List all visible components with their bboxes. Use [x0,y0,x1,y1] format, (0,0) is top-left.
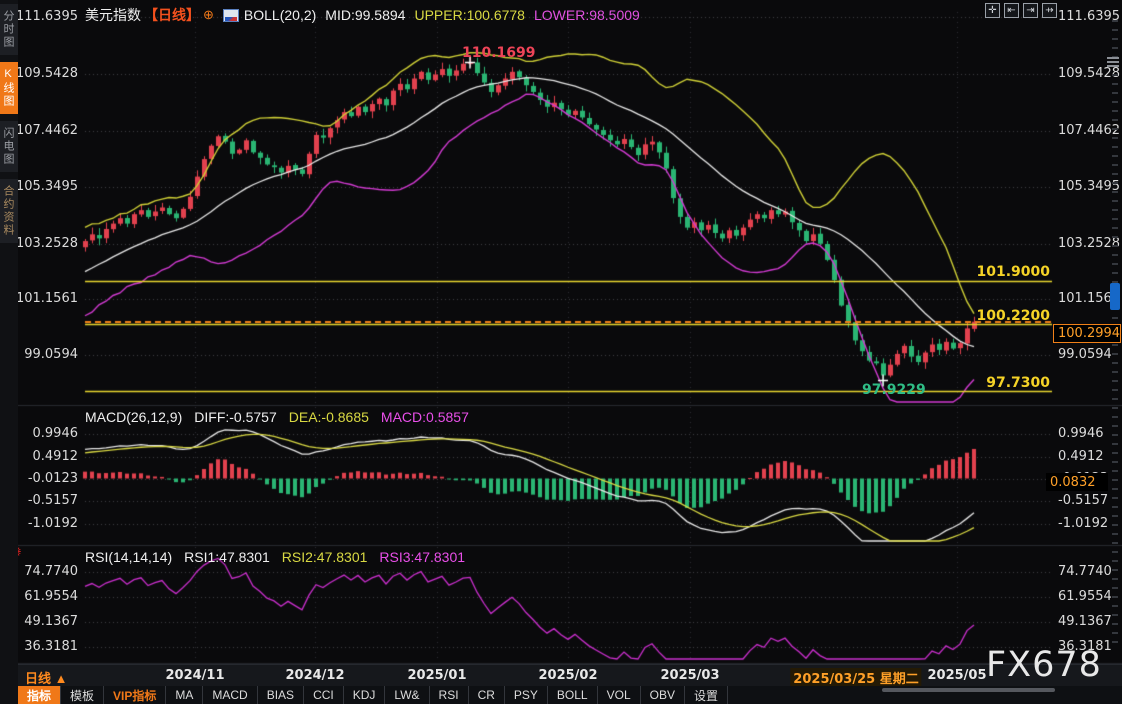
right-scroll-thumb[interactable] [1110,283,1120,310]
toolbar-item-RSI[interactable]: RSI [430,686,469,704]
rsi-header: RSI(14,14,14) RSI1:47.8301 RSI2:47.8301 … [85,549,465,565]
support-level-label[interactable]: 97.7300 [920,375,1050,391]
macd-dea-value: DEA:-0.8685 [289,409,369,425]
toolbar-item-CCI[interactable]: CCI [304,686,344,704]
chart-header: 美元指数 【日线】 ⊕ BOLL(20,2) MID:99.5894 UPPER… [85,5,640,25]
sidebar-item-0[interactable]: 分时图 [0,4,18,55]
macd-header: MACD(26,12,9) DIFF:-0.5757 DEA:-0.8685 M… [85,409,469,425]
last-price-badge: 100.2994 [1053,324,1121,343]
candlestick-chart-canvas[interactable] [0,0,1122,704]
price-axis-right-3: 105.3495 [1058,179,1120,194]
price-axis-right-6: 99.0594 [1058,347,1120,362]
rsi2-value: RSI2:47.8301 [282,549,368,565]
rsi-axis-right-1: 61.9554 [1058,589,1120,604]
toolbar-item-BOLL[interactable]: BOLL [548,686,598,704]
indicator-chart-icon[interactable] [223,9,239,22]
boll-mid-value: MID:99.5894 [325,7,405,23]
date-label-3: 2025/02 [538,668,597,683]
rsi1-value: RSI1:47.8301 [184,549,270,565]
date-label-6: 2025/05 [927,668,986,683]
trough-price-label: 97.9229 [862,382,926,398]
date-label-4: 2025/03 [660,668,719,683]
price-axis-right-0: 111.6395 [1058,9,1120,24]
sidebar-item-3[interactable]: 合约资料 [0,179,18,243]
rsi-axis-right-2: 49.1367 [1058,614,1120,629]
sidebar-item-2[interactable]: 闪电图 [0,121,18,172]
macd-title[interactable]: MACD(26,12,9) [85,409,182,425]
macd-macd-value: MACD:0.5857 [381,409,469,425]
symbol-name: 美元指数 [85,5,141,25]
date-label-2: 2025/01 [407,668,466,683]
macd-crosshair-badge: 0.0832 [1046,473,1108,491]
toolbar-item-设置[interactable]: 设置 [685,686,728,704]
date-label-1: 2024/12 [285,668,344,683]
fx678-watermark: FX678 [986,645,1102,685]
crosshair-date-label: 2025/03/25 星期二 [790,668,921,687]
macd-diff-value: DIFF:-0.5757 [194,409,276,425]
pan-icon[interactable]: ✛ [985,3,1000,18]
toolbar-item-指标[interactable]: 指标 [18,686,61,704]
chart-tools: ✛ ⇤ ⇥ ⇸ [985,3,1057,18]
macd-axis-right-0: 0.9946 [1058,426,1120,441]
toolbar-item-KDJ[interactable]: KDJ [344,686,386,704]
pivot-level-label[interactable]: 100.2200 [920,308,1050,324]
toolbar-item-LW&[interactable]: LW& [385,686,429,704]
expand-icon[interactable]: ⇸ [1042,3,1057,18]
period-tag: 【日线】 [144,5,200,25]
rsi-axis-right-0: 74.7740 [1058,564,1120,579]
period-selector[interactable]: 日线 ▲ [25,668,67,687]
trading-app-window: 分时图 K线图闪电图合约资料 美元指数 【日线】 ⊕ BOLL(20,2) MID… [0,0,1122,704]
boll-params[interactable]: BOLL(20,2) [244,7,316,23]
toolbar-item-PSY[interactable]: PSY [505,686,548,704]
zoom-left-icon[interactable]: ⇤ [1004,3,1019,18]
macd-axis-right-4: -1.0192 [1058,516,1120,531]
price-axis-right-4: 103.2528 [1058,236,1120,251]
rsi3-value: RSI3:47.8301 [379,549,465,565]
date-label-0: 2024/11 [165,668,224,683]
price-axis-right-2: 107.4462 [1058,123,1120,138]
date-axis-row: 日线 ▲ 2024/11 2024/12 2025/01 2025/02 2025/03… [18,664,1122,686]
panel-menu-icon[interactable] [1107,55,1119,69]
rsi-title[interactable]: RSI(14,14,14) [85,549,172,565]
horizontal-scrollbar[interactable] [882,688,1055,692]
zoom-right-icon[interactable]: ⇥ [1023,3,1038,18]
resistance-level-label[interactable]: 101.9000 [920,264,1050,280]
sidebar-item-1[interactable]: K线图 [0,62,18,114]
boll-upper-value: UPPER:100.6778 [414,7,525,23]
peak-price-label: 110.1699 [462,45,536,61]
toolbar-item-BIAS[interactable]: BIAS [258,686,304,704]
toolbar-item-MACD[interactable]: MACD [203,686,257,704]
toolbar-item-MA[interactable]: MA [166,686,203,704]
macd-axis-right-3: -0.5157 [1058,493,1120,508]
macd-axis-right-1: 0.4912 [1058,449,1120,464]
toolbar-item-VIP指标[interactable]: VIP指标 [104,686,166,704]
toolbar-item-OBV[interactable]: OBV [641,686,685,704]
add-compare-icon[interactable]: ⊕ [203,7,214,23]
toolbar-item-CR[interactable]: CR [469,686,505,704]
toolbar-item-VOL[interactable]: VOL [598,686,641,704]
indicator-toolbar: 指标模板VIP指标MAMACDBIASCCIKDJLW&RSICRPSYBOLL… [18,686,1122,704]
toolbar-item-模板[interactable]: 模板 [61,686,104,704]
chart-type-sidebar: 分时图 K线图闪电图合约资料 [0,0,18,704]
boll-lower-value: LOWER:98.5009 [534,7,640,23]
